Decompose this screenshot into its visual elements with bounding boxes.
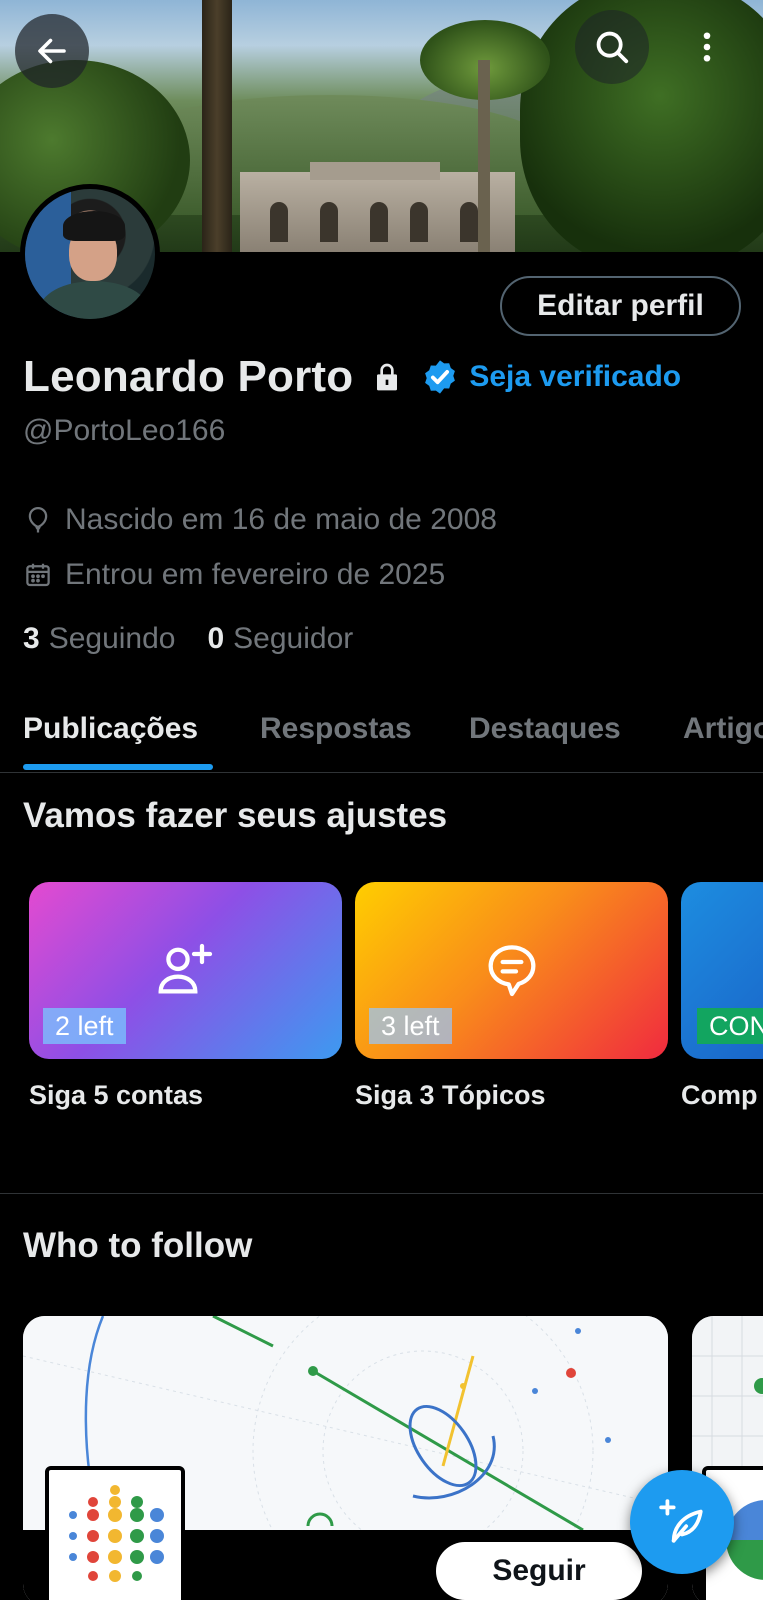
setup-card-complete-profile[interactable]: CON bbox=[681, 882, 763, 1059]
tab-highlights[interactable]: Destaques bbox=[469, 712, 621, 746]
balloon-icon bbox=[28, 506, 48, 533]
remaining-badge: 2 left bbox=[43, 1008, 126, 1044]
dots-logo-icon bbox=[69, 1485, 164, 1582]
birth-date-text: Nascido em 16 de maio de 2008 bbox=[65, 503, 497, 536]
follow-stats: 3 Seguindo 0 Seguidor bbox=[23, 622, 385, 656]
section-divider bbox=[0, 1193, 763, 1194]
setup-card-label: Siga 5 contas bbox=[29, 1080, 204, 1110]
topic-bubble-icon bbox=[488, 945, 535, 997]
who-to-follow-title: Who to follow bbox=[23, 1226, 253, 1265]
setup-card-label: Comp bbox=[681, 1080, 758, 1110]
profile-name: Leonardo Porto bbox=[23, 352, 354, 401]
profile-name-row: Leonardo Porto Seja verificado bbox=[23, 352, 681, 402]
arrow-left-icon bbox=[38, 38, 66, 64]
following-label: Seguindo bbox=[48, 622, 176, 655]
lock-icon bbox=[377, 363, 398, 391]
joined-date: Entrou em fevereiro de 2025 bbox=[23, 558, 445, 592]
suggested-account-avatar[interactable] bbox=[45, 1466, 185, 1600]
compose-post-button[interactable] bbox=[630, 1470, 734, 1574]
complete-badge: CON bbox=[697, 1008, 763, 1044]
birth-date: Nascido em 16 de maio de 2008 bbox=[23, 503, 497, 537]
add-user-icon bbox=[158, 943, 212, 994]
following-link[interactable]: 3 Seguindo bbox=[23, 622, 175, 656]
followers-link[interactable]: 0 Seguidor bbox=[207, 622, 353, 656]
verified-badge-icon[interactable] bbox=[421, 358, 459, 396]
setup-section-title: Vamos fazer seus ajustes bbox=[23, 796, 448, 835]
profile-handle: @PortoLeo166 bbox=[23, 414, 226, 447]
get-verified-link[interactable]: Seja verificado bbox=[469, 360, 681, 394]
calendar-icon bbox=[26, 563, 50, 587]
tab-posts[interactable]: Publicações bbox=[23, 712, 198, 746]
back-button[interactable] bbox=[15, 14, 89, 88]
setup-card-label: Siga 3 Tópicos bbox=[355, 1080, 546, 1110]
tab-articles[interactable]: Artigos bbox=[683, 712, 763, 746]
search-icon bbox=[596, 31, 629, 64]
more-vertical-icon bbox=[703, 32, 711, 62]
setup-card-follow-topics[interactable]: 3 left bbox=[355, 882, 668, 1059]
following-count: 3 bbox=[23, 622, 40, 655]
followers-label: Seguidor bbox=[233, 622, 354, 655]
followers-count: 0 bbox=[207, 622, 225, 655]
profile-tabs: Publicações Respostas Destaques Artigos bbox=[0, 700, 763, 773]
avatar[interactable] bbox=[20, 184, 160, 324]
compose-post-icon bbox=[659, 1499, 703, 1543]
joined-date-text: Entrou em fevereiro de 2025 bbox=[65, 558, 446, 591]
active-tab-indicator bbox=[23, 764, 213, 770]
remaining-badge: 3 left bbox=[369, 1008, 452, 1044]
tab-replies[interactable]: Respostas bbox=[260, 712, 412, 746]
suggested-account-card[interactable]: Seguir bbox=[23, 1316, 668, 1600]
setup-card-follow-accounts[interactable]: 2 left bbox=[29, 882, 342, 1059]
more-options-button[interactable] bbox=[670, 10, 744, 84]
search-button[interactable] bbox=[575, 10, 649, 84]
edit-profile-button[interactable]: Editar perfil bbox=[500, 276, 741, 336]
follow-button[interactable]: Seguir bbox=[436, 1542, 642, 1600]
